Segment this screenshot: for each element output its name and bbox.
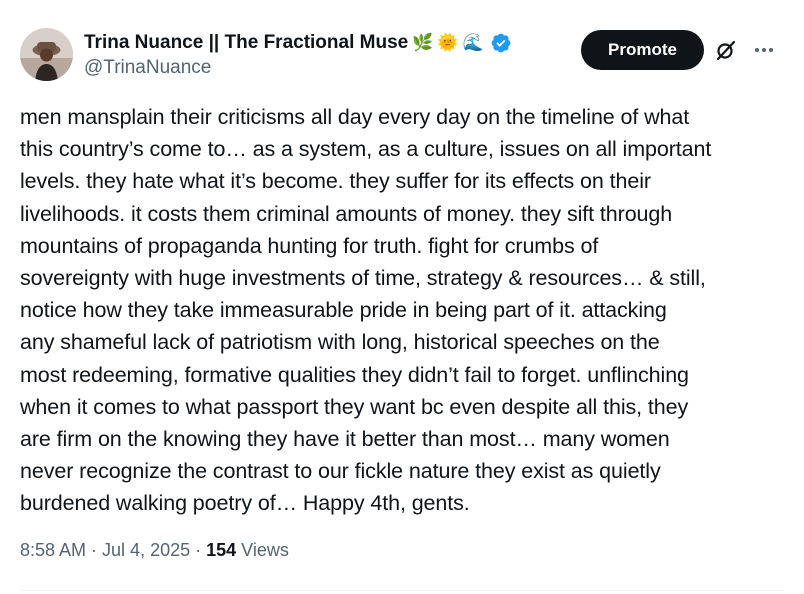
tweet-line: this country’s come to… as a system, as … [20, 137, 712, 162]
author-names: Trina Nuance || The Fractional Muse 🌿 🌞 … [84, 30, 512, 79]
tweet-line: livelihoods. it costs them criminal amou… [20, 201, 673, 226]
tweet-meta: 8:58 AM · Jul 4, 2025 · 154 Views [20, 540, 289, 561]
meta-separator: · [91, 540, 98, 560]
tweet-body: men mansplain their criticisms all day e… [20, 101, 784, 520]
wave-emoji: 🌊 [462, 32, 484, 53]
tweet-line: when it comes to what passport they want… [20, 394, 689, 419]
tweet-line: burdened walking poetry of… Happy 4th, g… [20, 491, 470, 516]
grok-icon[interactable] [714, 38, 738, 62]
tweet-line: any shameful lack of patriotism with lon… [20, 330, 660, 355]
tweet-time[interactable]: 8:58 AM [20, 540, 86, 561]
tweet-line: mountains of propaganda hunting for trut… [20, 233, 599, 258]
meta-separator: · [195, 540, 202, 560]
more-options-icon[interactable] [752, 38, 776, 62]
avatar[interactable] [20, 28, 73, 81]
tweet-line: never recognize the contrast to our fick… [20, 459, 661, 484]
herb-emoji: 🌿 [412, 32, 434, 53]
tweet-line: men mansplain their criticisms all day e… [20, 105, 690, 129]
tweet-line: most redeeming, formative qualities they… [20, 362, 689, 387]
views-label: Views [241, 540, 289, 560]
tweet-line: notice how they take immeasurable pride … [20, 298, 667, 323]
sun-emoji: 🌞 [437, 32, 459, 53]
author-handle[interactable]: @TrinaNuance [84, 57, 512, 79]
verified-badge-icon[interactable] [490, 32, 512, 54]
promote-button[interactable]: Promote [581, 30, 704, 70]
divider [20, 590, 784, 591]
tweet-line: sovereignty with huge investments of tim… [20, 266, 706, 291]
author-display-name[interactable]: Trina Nuance || The Fractional Muse [84, 32, 408, 54]
tweet-line: levels. they hate what it’s become. they… [20, 169, 651, 194]
tweet-header: Trina Nuance || The Fractional Muse 🌿 🌞 … [20, 28, 784, 84]
tweet-date[interactable]: Jul 4, 2025 [102, 540, 190, 561]
tweet-line: are firm on the knowing they have it bet… [20, 427, 670, 452]
views-count[interactable]: 154 [206, 540, 236, 561]
